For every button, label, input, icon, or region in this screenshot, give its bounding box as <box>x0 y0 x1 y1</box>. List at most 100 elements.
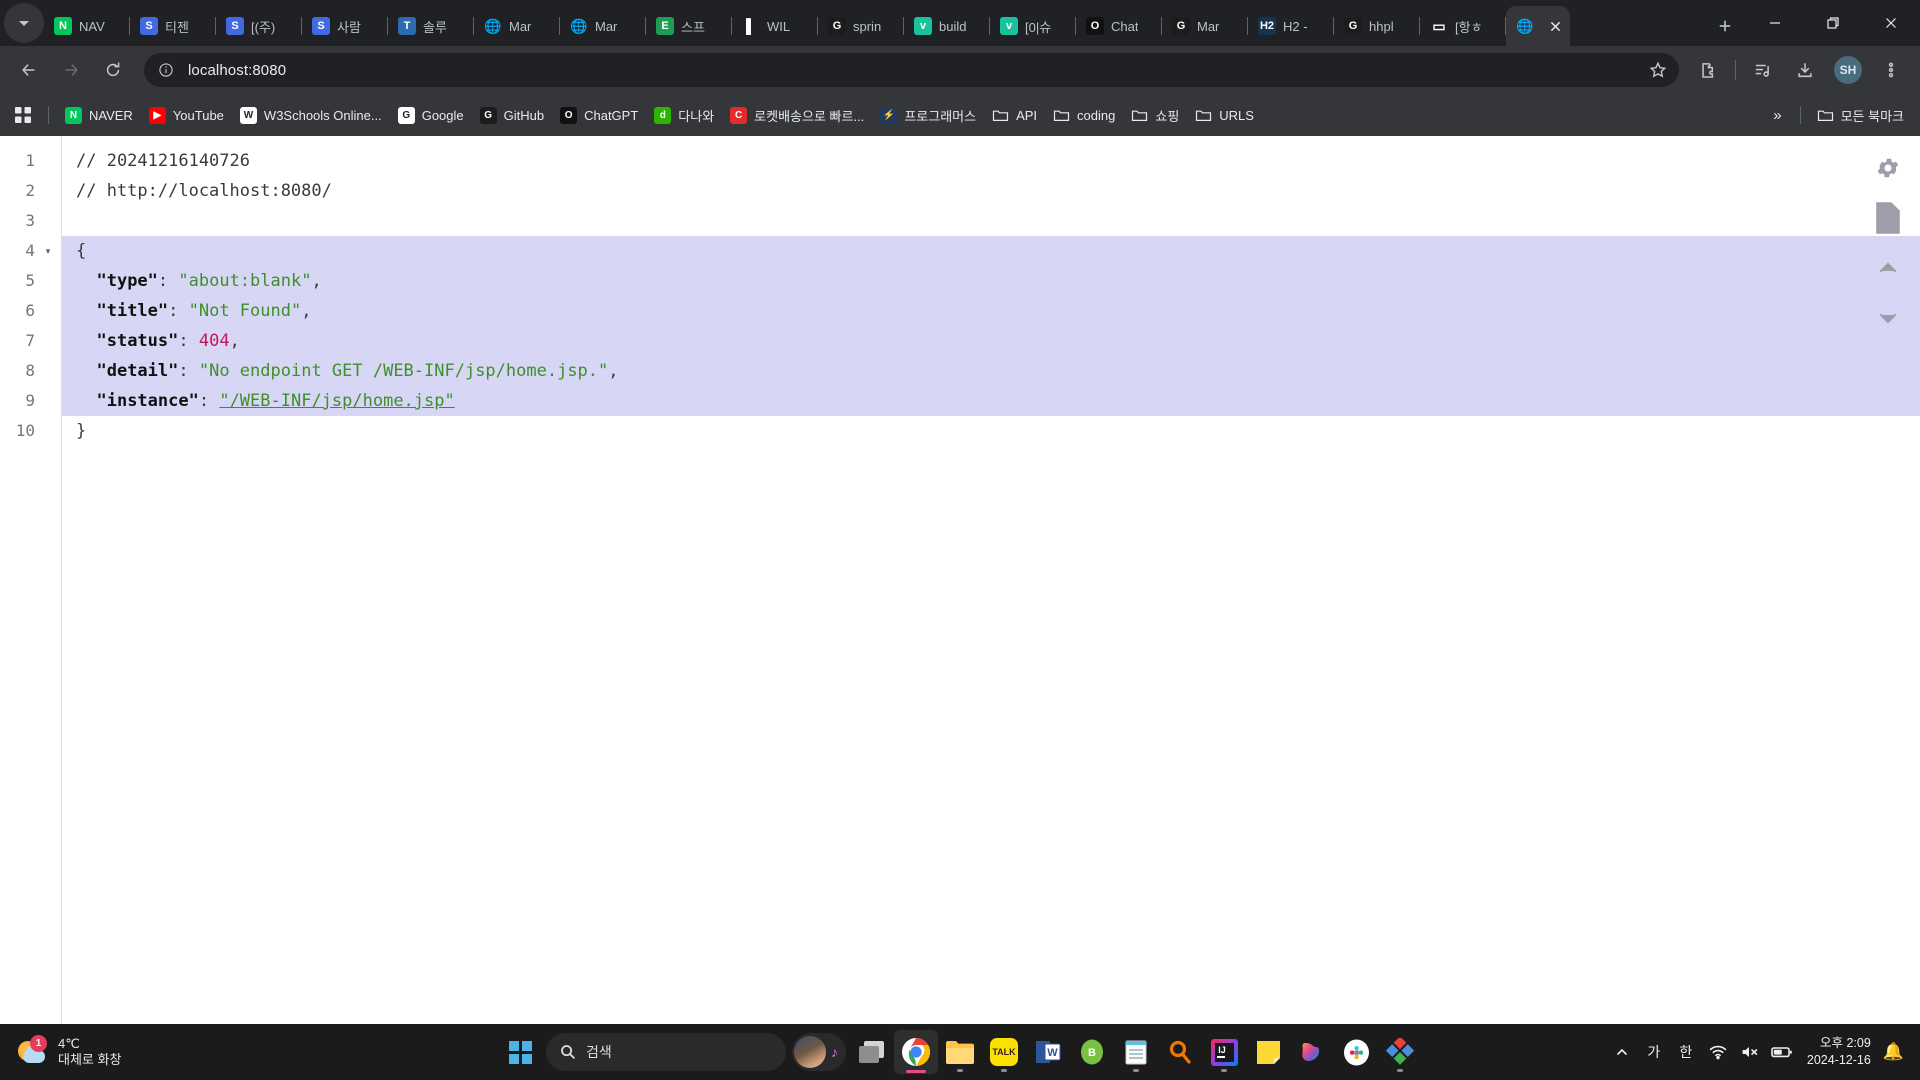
browser-tab[interactable]: O Chat <box>1076 6 1162 46</box>
tray-overflow-icon[interactable] <box>1607 1032 1637 1072</box>
taskbar-app-kakaotalk[interactable]: TALK <box>982 1030 1026 1074</box>
media-controls-icon[interactable] <box>1746 53 1780 87</box>
gear-icon[interactable] <box>1870 150 1906 186</box>
bookmark-star-icon[interactable] <box>1643 55 1673 85</box>
taskbar-app-sticky-notes[interactable] <box>1246 1030 1290 1074</box>
start-button[interactable] <box>498 1030 542 1074</box>
ime-mode-icon[interactable]: 가 <box>1639 1032 1669 1072</box>
code-line[interactable]: } <box>62 416 1920 446</box>
url-text[interactable]: localhost:8080 <box>188 62 1643 79</box>
browser-tab[interactable]: 🌐 <box>1506 6 1570 46</box>
window-minimize-button[interactable] <box>1746 0 1804 46</box>
scroll-down-icon[interactable] <box>1870 300 1906 336</box>
naver-whale-icon: B <box>1077 1037 1107 1067</box>
json-code-area[interactable]: // 20241216140726 // http://localhost:808… <box>62 136 1920 1024</box>
code-token-lnk[interactable]: "/WEB-INF/jsp/home.jsp" <box>219 391 454 411</box>
tab-close-icon[interactable] <box>1546 17 1564 35</box>
bookmark-folder[interactable]: URLS <box>1187 101 1262 129</box>
new-tab-button[interactable] <box>1708 9 1742 43</box>
back-button[interactable] <box>12 53 46 87</box>
address-bar[interactable]: localhost:8080 <box>144 53 1679 87</box>
bookmark-label: 다나와 <box>678 108 715 124</box>
code-line[interactable]: "instance": "/WEB-INF/jsp/home.jsp" <box>62 386 1920 416</box>
all-bookmarks-button[interactable]: 모든 북마크 <box>1809 101 1912 129</box>
taskbar-app-copilot[interactable] <box>1290 1030 1334 1074</box>
raw-document-icon[interactable]: RAW <box>1870 200 1906 236</box>
bookmark-folder[interactable]: coding <box>1045 101 1123 129</box>
extensions-icon[interactable] <box>1691 53 1725 87</box>
media-thumbnail-pill[interactable]: ♪ <box>792 1033 846 1071</box>
code-line[interactable]: "detail": "No endpoint GET /WEB-INF/jsp/… <box>62 356 1920 386</box>
browser-tab[interactable]: N NAV <box>44 6 130 46</box>
window-maximize-button[interactable] <box>1804 0 1862 46</box>
taskbar-app-everything-search[interactable] <box>1158 1030 1202 1074</box>
browser-tab[interactable]: S 티젠 <box>130 6 216 46</box>
browser-tab[interactable]: ▭ [항ㅎ <box>1420 6 1506 46</box>
taskbar-app-slack[interactable] <box>1334 1030 1378 1074</box>
browser-tab[interactable]: v [0|슈 <box>990 6 1076 46</box>
browser-tab[interactable]: T 솔루 <box>388 6 474 46</box>
tab-favicon-icon: H2 <box>1258 17 1276 35</box>
browser-tab[interactable]: v build <box>904 6 990 46</box>
bookmark-item[interactable]: O ChatGPT <box>552 101 646 129</box>
browser-tab[interactable]: Gsprin <box>818 6 904 46</box>
downloads-icon[interactable] <box>1788 53 1822 87</box>
bookmark-folder[interactable]: API <box>984 101 1045 129</box>
taskbar-search-box[interactable]: 검색 <box>546 1033 786 1071</box>
profile-avatar[interactable]: SH <box>1834 56 1862 84</box>
scroll-up-icon[interactable] <box>1870 250 1906 286</box>
wifi-icon[interactable] <box>1703 1032 1733 1072</box>
browser-tab[interactable]: G Mar <box>1162 6 1248 46</box>
code-line[interactable]: "title": "Not Found", <box>62 296 1920 326</box>
bookmark-item[interactable]: W W3Schools Online... <box>232 101 390 129</box>
browser-tab[interactable]: Ghhpl <box>1334 6 1420 46</box>
site-info-icon[interactable] <box>156 60 176 80</box>
tab-search-icon[interactable] <box>4 3 44 43</box>
bookmark-item[interactable]: N NAVER <box>57 101 141 129</box>
browser-tab[interactable]: E 스프 <box>646 6 732 46</box>
apps-grid-icon[interactable] <box>8 100 38 130</box>
browser-tab[interactable]: S [(주) <box>216 6 302 46</box>
code-line[interactable]: "type": "about:blank", <box>62 266 1920 296</box>
taskbar-app-photoshop-suite[interactable] <box>1378 1030 1422 1074</box>
code-line[interactable]: { <box>62 236 1920 266</box>
browser-tab[interactable]: 🌐 Mar <box>560 6 646 46</box>
browser-tab[interactable]: ▌ WIL <box>732 6 818 46</box>
taskbar-app-naver-whale[interactable]: B <box>1070 1030 1114 1074</box>
browser-tab[interactable]: 🌐 Mar <box>474 6 560 46</box>
taskbar-app-task-view[interactable] <box>850 1030 894 1074</box>
volume-muted-icon[interactable] <box>1735 1032 1765 1072</box>
bookmark-item[interactable]: G GitHub <box>472 101 552 129</box>
bookmark-item[interactable]: G Google <box>390 101 472 129</box>
notification-bell-icon[interactable]: 🔔 <box>1883 1042 1910 1062</box>
chrome-menu-icon[interactable] <box>1874 53 1908 87</box>
bookmark-item[interactable]: ⚡ 프로그래머스 <box>872 101 984 129</box>
code-line[interactable] <box>62 206 1920 236</box>
taskbar-app-word[interactable]: W <box>1026 1030 1070 1074</box>
tab-title: [항ㅎ <box>1455 19 1483 35</box>
weather-widget[interactable]: 1 4℃ 대체로 화창 <box>6 1032 131 1072</box>
window-close-button[interactable] <box>1862 0 1920 46</box>
code-line[interactable]: // http://localhost:8080/ <box>62 176 1920 206</box>
forward-button[interactable] <box>54 53 88 87</box>
taskbar-clock[interactable]: 오후 2:09 2024-12-16 <box>1799 1035 1881 1069</box>
battery-icon[interactable] <box>1767 1032 1797 1072</box>
bookmark-item[interactable]: d 다나와 <box>646 101 722 129</box>
taskbar-app-intellij-idea[interactable]: IJ <box>1202 1030 1246 1074</box>
ime-status-icon[interactable]: 한 <box>1671 1032 1701 1072</box>
code-line[interactable]: // 20241216140726 <box>62 146 1920 176</box>
browser-tab[interactable]: S 사람 <box>302 6 388 46</box>
bookmark-item[interactable]: ▶ YouTube <box>141 101 232 129</box>
notepad-icon <box>1121 1037 1151 1067</box>
code-line[interactable]: "status": 404, <box>62 326 1920 356</box>
bookmark-folder[interactable]: 쇼핑 <box>1123 101 1187 129</box>
taskbar-app-file-explorer[interactable] <box>938 1030 982 1074</box>
bookmark-item[interactable]: C 로켓배송으로 빠르... <box>722 101 872 129</box>
code-token-punc <box>76 331 96 351</box>
fold-toggle-icon[interactable]: ▾ <box>41 236 55 266</box>
reload-button[interactable] <box>96 53 130 87</box>
taskbar-app-chrome[interactable] <box>894 1030 938 1074</box>
taskbar-app-notepad[interactable] <box>1114 1030 1158 1074</box>
bookmarks-overflow-chevron[interactable]: » <box>1763 107 1791 124</box>
browser-tab[interactable]: H2 H2 - <box>1248 6 1334 46</box>
